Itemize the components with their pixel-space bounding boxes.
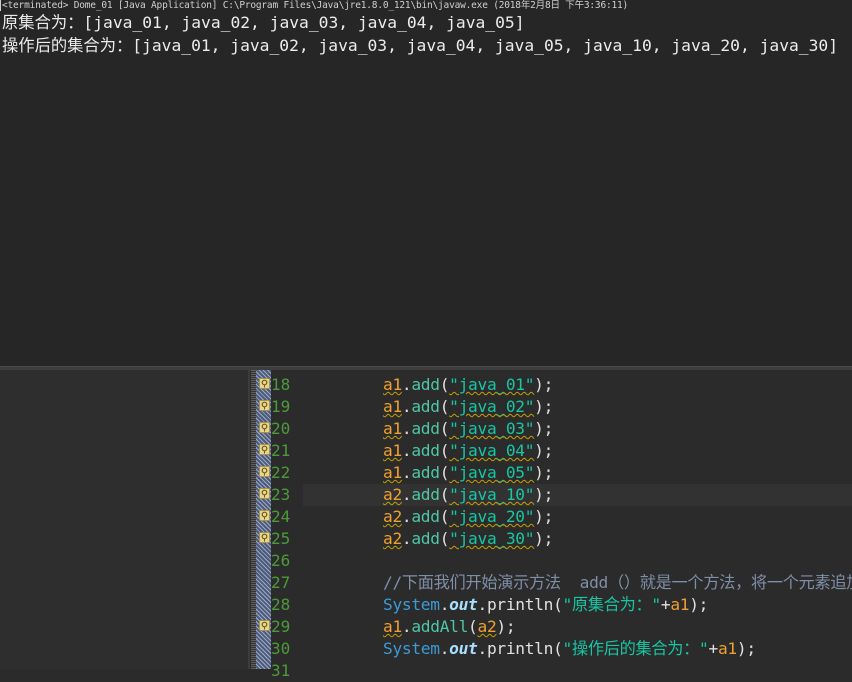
code-comment[interactable]: //下面我们开始演示方法 add（）就是一个方法，将一个元素追加到 <box>383 572 852 594</box>
code-line[interactable]: a1.add("java_01"); <box>383 374 553 396</box>
line-number: 27 <box>271 573 291 592</box>
warning-icon[interactable] <box>259 378 270 389</box>
console-output-line: 原集合为：[java_01, java_02, java_03, java_04… <box>2 13 525 32</box>
console-header-text: <terminated> Dome_01 [Java Application] … <box>2 0 629 11</box>
line-number: 19 <box>271 397 291 416</box>
line-number: 31 <box>271 661 291 680</box>
code-line[interactable]: a1.add("java_04"); <box>383 440 553 462</box>
line-number: 28 <box>271 595 291 614</box>
line-number: 29 <box>271 617 291 636</box>
text-cursor <box>0 0 1 11</box>
line-number: 22 <box>271 463 291 482</box>
code-line[interactable]: a1.add("java_03"); <box>383 418 553 440</box>
line-number: 25 <box>271 529 291 548</box>
warning-icon[interactable] <box>259 422 270 433</box>
line-number: 21 <box>271 441 291 460</box>
warning-icon[interactable] <box>259 444 270 455</box>
console-output-line: 操作后的集合为：[java_01, java_02, java_03, java… <box>2 36 839 55</box>
line-number: 20 <box>271 419 291 438</box>
console-view[interactable]: <terminated> Dome_01 [Java Application] … <box>0 0 852 366</box>
side-panel <box>0 370 250 669</box>
warning-icon[interactable] <box>259 532 270 543</box>
code-line[interactable]: a2.add("java_10"); <box>383 484 553 506</box>
line-number: 18 <box>271 375 291 394</box>
line-number: 23 <box>271 485 291 504</box>
console-status-header: <terminated> Dome_01 [Java Application] … <box>0 0 852 12</box>
warning-icon[interactable] <box>259 466 270 477</box>
warning-icon[interactable] <box>259 400 270 411</box>
line-number: 30 <box>271 639 291 658</box>
code-line[interactable]: System.out.println("原集合为："+a1); <box>383 594 708 616</box>
code-line[interactable]: a2.add("java_20"); <box>383 506 553 528</box>
side-panel-border <box>248 370 250 669</box>
code-line[interactable]: a2.add("java_30"); <box>383 528 553 550</box>
code-line[interactable]: System.out.println("操作后的集合为："+a1); <box>383 638 756 660</box>
code-line[interactable]: a1.add("java_05"); <box>383 462 553 484</box>
warning-icon[interactable] <box>259 488 270 499</box>
line-number: 24 <box>271 507 291 526</box>
code-line[interactable]: a1.addAll(a2); <box>383 616 516 638</box>
warning-icon[interactable] <box>259 620 270 631</box>
line-number: 26 <box>271 551 291 570</box>
warning-icon[interactable] <box>259 510 270 521</box>
code-line[interactable]: a1.add("java_02"); <box>383 396 553 418</box>
